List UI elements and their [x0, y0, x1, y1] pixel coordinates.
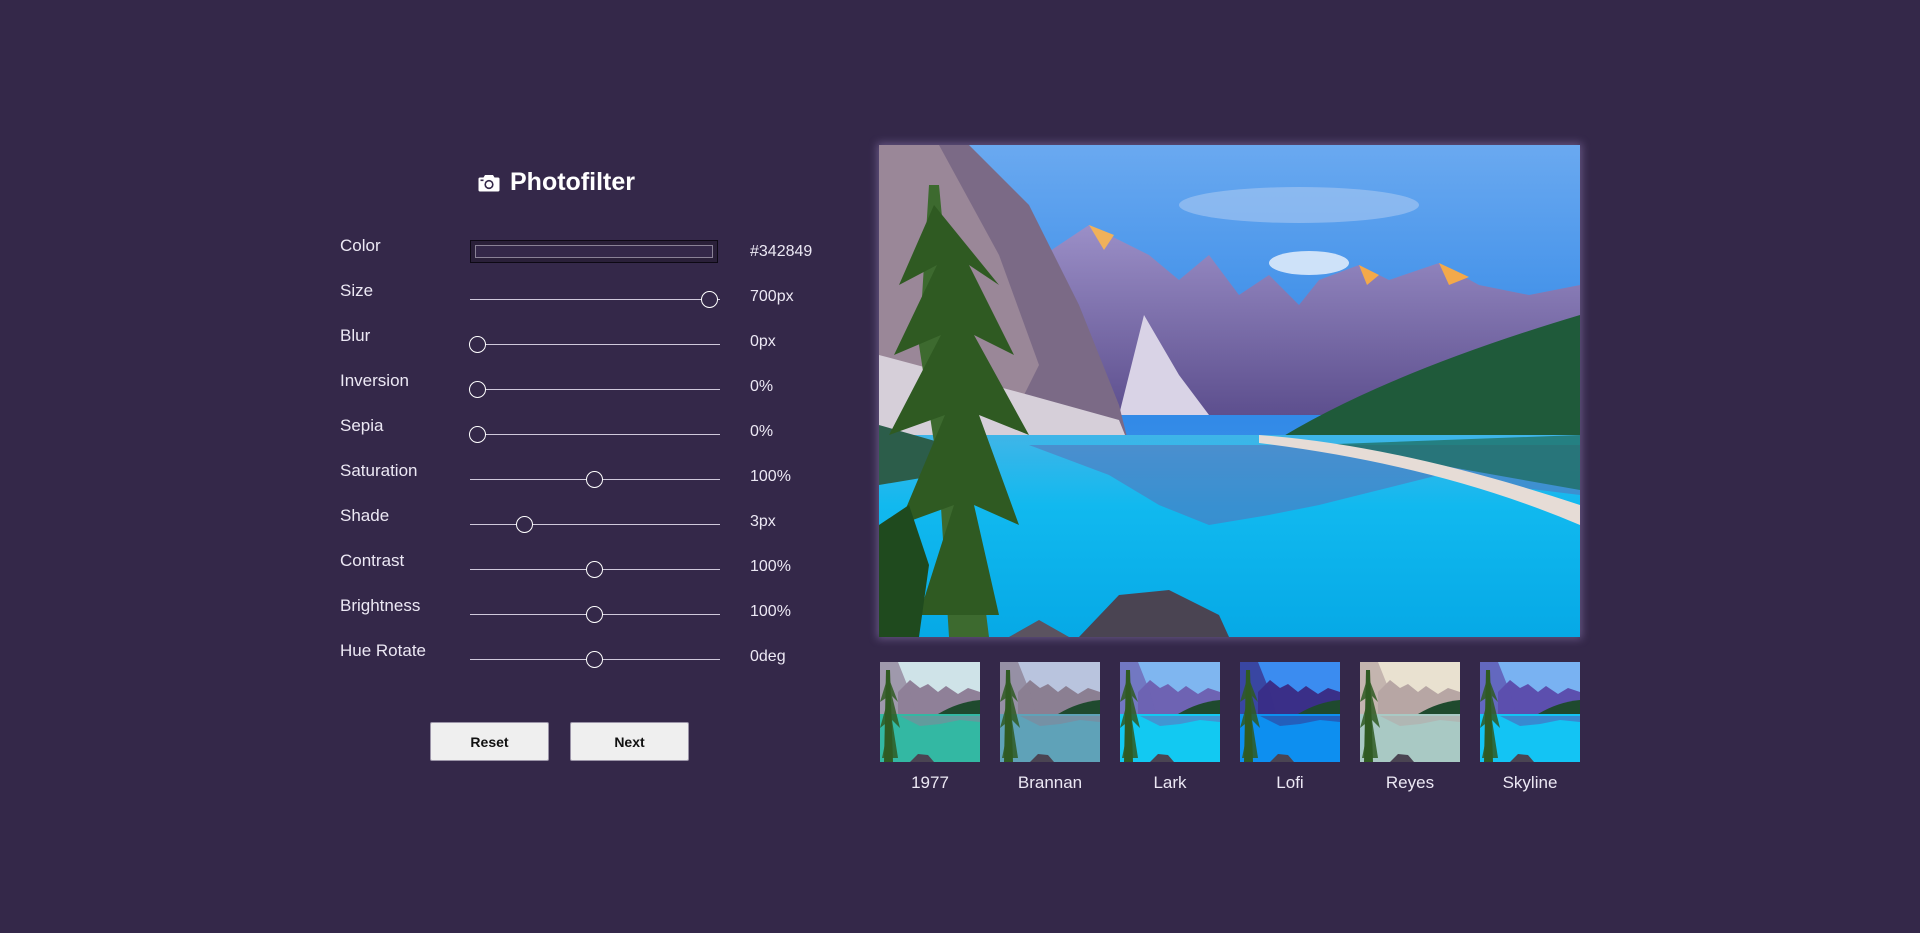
inversion-value: 0%	[750, 378, 774, 395]
filter-preset-brannan[interactable]: Brannan	[1000, 662, 1100, 793]
hue-rotate-label: Hue Rotate	[340, 641, 426, 660]
filter-label: Lark	[1153, 773, 1187, 792]
blur-value: 0px	[750, 333, 776, 350]
saturation-label: Saturation	[340, 461, 418, 480]
inversion-slider[interactable]	[468, 381, 720, 399]
size-slider-track	[470, 299, 720, 300]
control-row-hue-rotate: Hue Rotate 0deg	[340, 641, 840, 686]
control-row-color: Color #342849	[340, 236, 840, 281]
contrast-slider-thumb[interactable]	[586, 561, 603, 578]
filter-preset-lark[interactable]: Lark	[1120, 662, 1220, 793]
filter-preset-1977[interactable]: 1977	[880, 662, 980, 793]
reset-button[interactable]: Reset	[430, 722, 549, 761]
control-row-size: Size 700px	[340, 281, 840, 326]
sepia-slider[interactable]	[468, 426, 720, 444]
filter-label: 1977	[911, 773, 949, 792]
inversion-slider-thumb[interactable]	[468, 381, 486, 398]
filter-thumbnail	[880, 662, 980, 762]
filter-preset-skyline[interactable]: Skyline	[1480, 662, 1580, 793]
brightness-value: 100%	[750, 603, 791, 620]
size-value: 700px	[750, 288, 794, 305]
sepia-slider-thumb[interactable]	[468, 426, 486, 443]
control-row-saturation: Saturation 100%	[340, 461, 840, 506]
control-row-inversion: Inversion 0%	[340, 371, 840, 416]
shade-slider-thumb[interactable]	[516, 516, 533, 533]
inversion-slider-track	[470, 389, 720, 390]
filter-thumbnail	[1480, 662, 1580, 762]
blur-label: Blur	[340, 326, 371, 345]
sepia-slider-track	[470, 434, 720, 435]
control-row-brightness: Brightness 100%	[340, 596, 840, 641]
brightness-slider-thumb[interactable]	[586, 606, 603, 623]
hue-rotate-value: 0deg	[750, 648, 786, 665]
inversion-label: Inversion	[340, 371, 409, 390]
contrast-label: Contrast	[340, 551, 405, 570]
shade-label: Shade	[340, 506, 390, 525]
control-row-shade: Shade 3px	[340, 506, 840, 551]
sepia-label: Sepia	[340, 416, 384, 435]
main-photo	[879, 145, 1580, 637]
contrast-slider[interactable]	[470, 561, 720, 579]
filter-thumbnail	[1360, 662, 1460, 762]
filter-presets: 1977 Brannan Lark Lofi Reyes Skyline	[880, 662, 1580, 793]
shade-slider[interactable]	[470, 516, 720, 534]
brightness-slider[interactable]	[470, 606, 720, 624]
next-button[interactable]: Next	[570, 722, 689, 761]
saturation-slider[interactable]	[470, 471, 720, 489]
color-label: Color	[340, 236, 381, 255]
saturation-slider-thumb[interactable]	[586, 471, 603, 488]
filter-thumbnail	[1120, 662, 1220, 762]
camera-icon	[478, 174, 500, 191]
landscape-photo	[879, 145, 1580, 637]
size-slider[interactable]	[470, 291, 720, 309]
filter-label: Brannan	[1017, 773, 1083, 792]
action-buttons: Reset Next	[430, 722, 689, 761]
shade-slider-track	[470, 524, 720, 525]
color-picker[interactable]	[470, 240, 718, 263]
blur-slider[interactable]	[468, 336, 720, 354]
filter-label: Lofi	[1276, 773, 1304, 792]
blur-slider-track	[470, 344, 720, 345]
shade-value: 3px	[750, 513, 776, 530]
control-row-sepia: Sepia 0%	[340, 416, 840, 461]
size-slider-thumb[interactable]	[701, 291, 718, 308]
contrast-value: 100%	[750, 558, 791, 575]
blur-slider-thumb[interactable]	[468, 336, 486, 353]
control-row-blur: Blur 0px	[340, 326, 840, 371]
hue-rotate-slider-thumb[interactable]	[586, 651, 603, 668]
control-row-contrast: Contrast 100%	[340, 551, 840, 596]
filter-label: Skyline	[1502, 773, 1558, 792]
app-title-text: Photofilter	[510, 168, 635, 196]
filter-controls: Color #342849 Size 700px Blur 0px Inversion 0% S…	[340, 236, 840, 686]
filter-label: Reyes	[1385, 773, 1435, 792]
filter-preset-reyes[interactable]: Reyes	[1360, 662, 1460, 793]
brightness-label: Brightness	[340, 596, 421, 615]
filter-thumbnail	[1000, 662, 1100, 762]
color-swatch	[475, 245, 713, 258]
color-value: #342849	[750, 243, 813, 260]
hue-rotate-slider[interactable]	[470, 651, 720, 669]
sepia-value: 0%	[750, 423, 774, 440]
filter-preset-lofi[interactable]: Lofi	[1240, 662, 1340, 793]
saturation-value: 100%	[750, 468, 791, 485]
app-title: Photofilter	[478, 168, 635, 197]
filter-thumbnail	[1240, 662, 1340, 762]
size-label: Size	[340, 281, 374, 300]
photofilter-app: Photofilter Color #342849 Size 700px Blur 0px…	[0, 0, 1920, 933]
